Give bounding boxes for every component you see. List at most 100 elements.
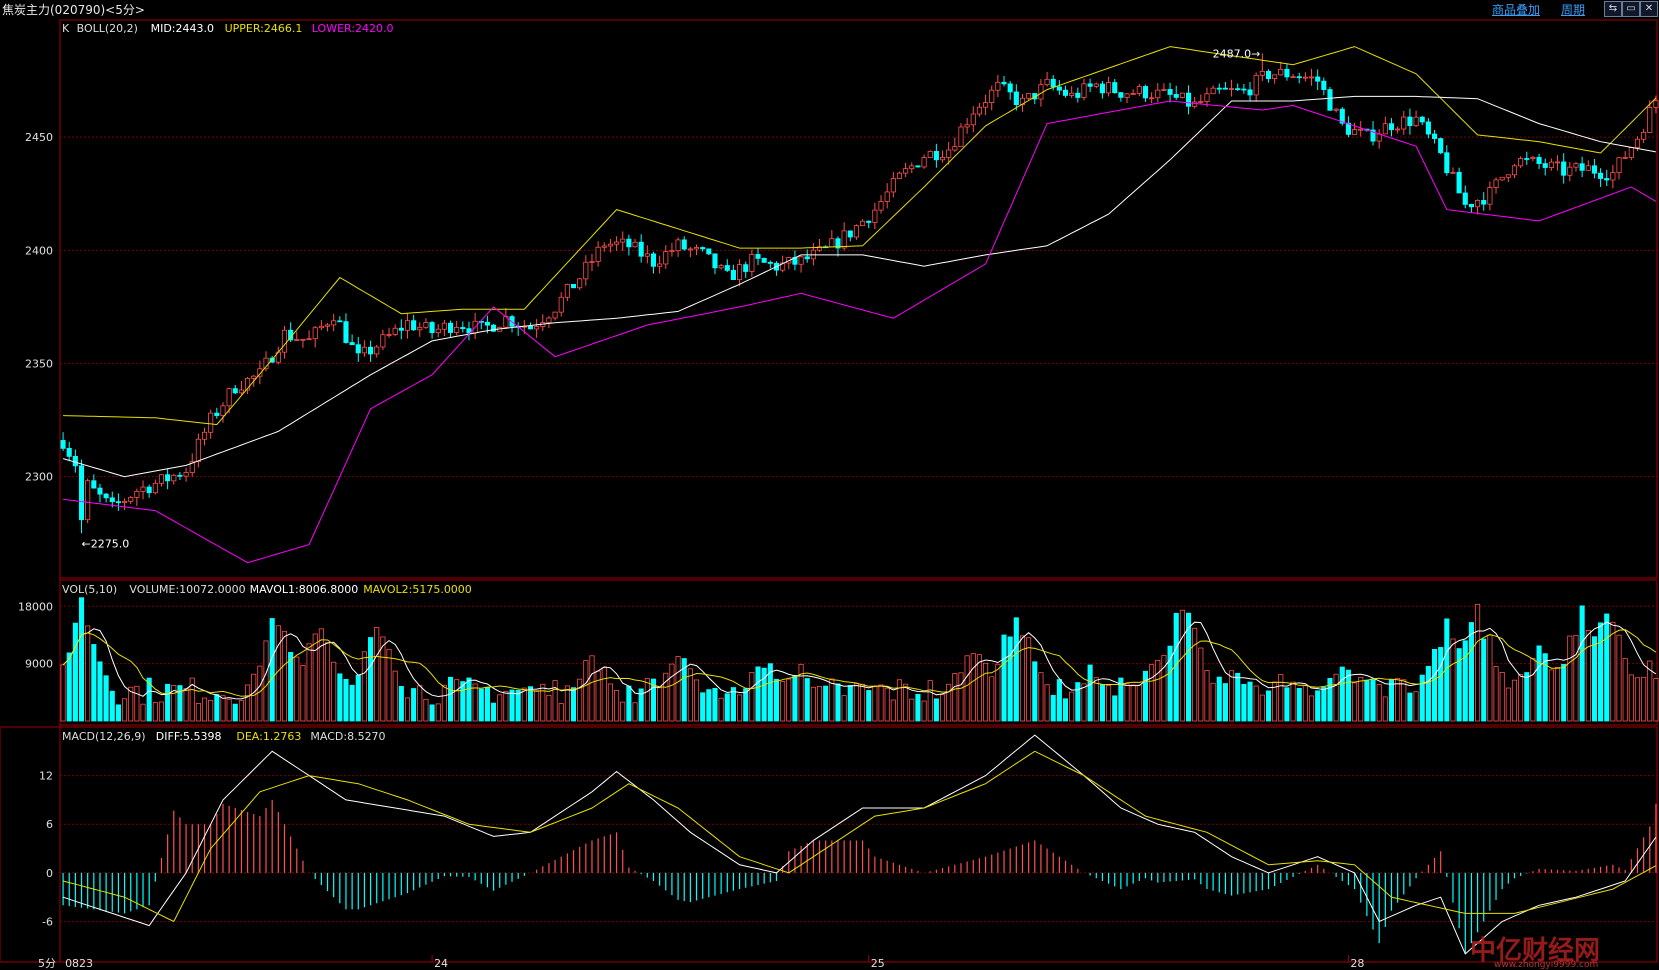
candle-body: [706, 248, 712, 255]
candle-body: [1647, 107, 1653, 133]
volume-bar: [294, 656, 300, 722]
volume-bar: [1382, 696, 1388, 722]
volume-bar: [257, 665, 263, 722]
volume-bar: [773, 678, 780, 722]
candle-body: [1155, 89, 1161, 99]
volume-bar: [392, 670, 398, 722]
candle-body: [195, 438, 201, 463]
candle-body: [1278, 68, 1284, 76]
volume-bar: [903, 683, 909, 722]
volume-bar: [860, 683, 866, 722]
volume-bar: [798, 663, 804, 722]
volume-bar: [970, 653, 976, 722]
candle-body: [398, 327, 404, 331]
volume-bar: [816, 686, 823, 722]
volume-bar: [1395, 677, 1401, 722]
volume-bar: [1192, 627, 1198, 722]
candle-body: [1382, 123, 1388, 135]
candle-body: [644, 253, 650, 257]
volume-bar: [238, 700, 244, 722]
volume-bar: [1259, 694, 1265, 722]
candle-body: [730, 270, 736, 281]
volume-bar: [281, 630, 288, 722]
candle-body: [853, 225, 859, 238]
candle-body: [1192, 101, 1198, 107]
volume-bar: [134, 685, 140, 722]
candle-body: [841, 230, 847, 249]
candle-body: [1013, 91, 1019, 105]
candle-body: [1062, 89, 1069, 96]
volume-bar: [1007, 636, 1013, 722]
volume-bar: [1315, 690, 1321, 722]
volume-bar: [214, 694, 220, 722]
volume-bar: [1505, 687, 1511, 722]
period-button[interactable]: 周期: [1561, 1, 1585, 18]
volume-bar: [158, 701, 165, 722]
candle-body: [1431, 133, 1438, 139]
candle-body: [1536, 157, 1542, 164]
volume-bar: [1290, 681, 1296, 722]
candle-body: [1610, 172, 1616, 181]
volume-bar: [1149, 664, 1155, 722]
volume-bar: [564, 685, 570, 722]
volume-bar: [122, 698, 128, 722]
volume-bar: [607, 683, 613, 722]
volume-bar: [693, 679, 700, 722]
volume-bar: [552, 680, 558, 722]
volume-bar: [361, 651, 367, 722]
volume-bar: [1401, 679, 1407, 722]
volume-bar: [866, 690, 872, 722]
candle-body: [1468, 204, 1474, 208]
overlay-commodity-button[interactable]: 商品叠加: [1492, 1, 1540, 18]
candle-body: [1253, 74, 1259, 96]
candle-body: [1044, 78, 1050, 86]
volume-bar: [1561, 663, 1567, 722]
candle-body: [60, 440, 66, 449]
volume-bar: [1499, 671, 1505, 722]
volume-bar: [1302, 685, 1308, 722]
panel-frame: [59, 19, 1658, 579]
macd-legend-indicator: MACD(12,26,9): [62, 730, 146, 743]
candle-body: [1265, 70, 1272, 79]
boll-lower-line: [63, 100, 1657, 564]
volume-bar: [1284, 687, 1290, 722]
volume-bar: [786, 678, 792, 722]
candle-body: [939, 157, 946, 161]
candle-body: [583, 261, 589, 280]
price-legend-mid: MID:2443.0: [151, 22, 214, 35]
candle-body: [964, 124, 970, 128]
volume-bar: [1198, 647, 1204, 722]
candle-body: [1641, 132, 1647, 140]
candle-body: [866, 220, 872, 223]
candle-body: [663, 251, 669, 265]
volume-bar: [1321, 687, 1327, 722]
restore-icon[interactable]: ⇆: [1604, 1, 1622, 17]
volume-bar: [1542, 653, 1548, 722]
candle-body: [632, 241, 638, 248]
volume-bar: [1001, 634, 1007, 722]
candle-body: [749, 254, 755, 272]
volume-bar: [441, 684, 447, 722]
candle-body: [1567, 166, 1573, 176]
volume-bar: [423, 698, 429, 722]
candle-body: [884, 191, 890, 202]
candle-body: [1284, 68, 1290, 78]
volume-bar: [792, 675, 798, 722]
candle-body: [1573, 163, 1579, 168]
candle-body: [1591, 165, 1597, 174]
volume-bar: [1419, 674, 1425, 722]
x-axis-label: 24: [434, 957, 448, 969]
candle-body: [1524, 158, 1530, 160]
volume-bar: [1598, 622, 1604, 722]
volume-bar: [1278, 674, 1284, 722]
macd-y-tick: -6: [42, 916, 53, 929]
candle-body: [527, 325, 534, 330]
candle-body: [755, 254, 761, 259]
close-icon[interactable]: ✕: [1640, 1, 1658, 17]
candle-body: [620, 238, 626, 243]
candle-body: [946, 149, 952, 158]
volume-bar: [195, 702, 201, 722]
maximize-icon[interactable]: ▭: [1622, 1, 1640, 17]
candle-body: [1493, 179, 1499, 188]
candle-body: [970, 113, 976, 126]
